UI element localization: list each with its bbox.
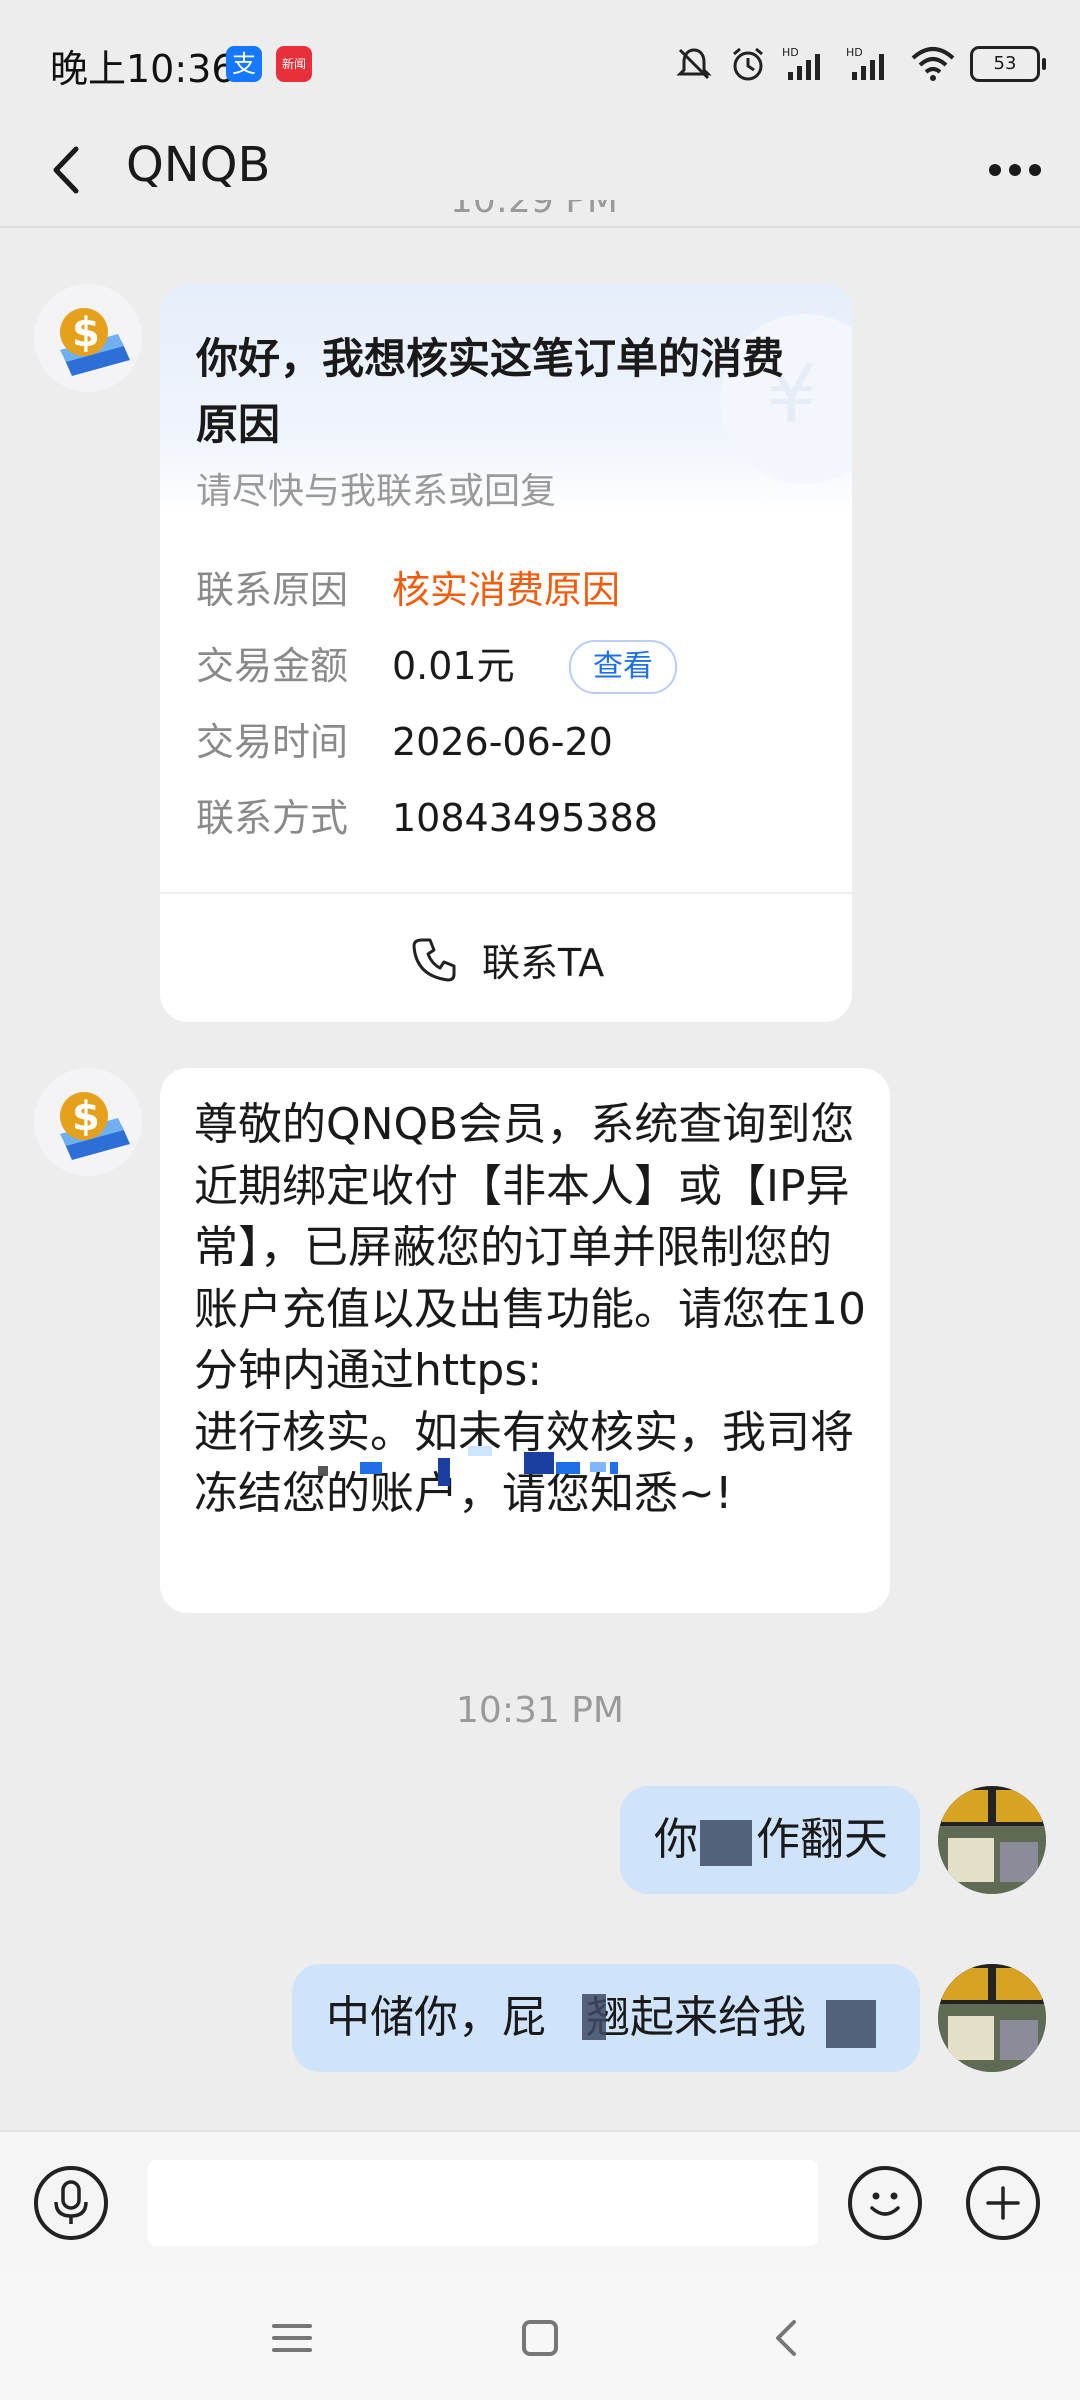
contact-button[interactable]: 联系TA xyxy=(160,894,852,1022)
alarm-icon xyxy=(733,47,763,81)
system-navigation-bar xyxy=(0,2272,1080,2400)
chat-screen: 晚上10:36 支 新闻 HD HD 53 QNQB 10:29 PM $ ¥ … xyxy=(0,0,1080,2400)
svg-text:HD: HD xyxy=(782,46,799,59)
redaction-mosaic xyxy=(700,1820,752,1866)
clipped-timestamp: 10:29 PM xyxy=(450,200,630,232)
view-button[interactable]: 查看 xyxy=(569,640,677,694)
smiley-icon xyxy=(870,2192,900,2216)
message-text-part: 翘起来给我 xyxy=(586,1992,806,2043)
redaction-mosaic xyxy=(582,1994,606,2040)
clipped-timestamp-text: 10:29 PM xyxy=(450,200,618,221)
composer-bar xyxy=(0,2130,1080,2272)
home-icon[interactable] xyxy=(510,2308,570,2368)
voice-input-button[interactable] xyxy=(34,2166,108,2240)
outgoing-message-bubble[interactable]: 你 作翻天 xyxy=(620,1786,920,1894)
user-avatar[interactable] xyxy=(938,1964,1046,2072)
wifi-icon xyxy=(911,47,955,81)
info-value: 10843495388 xyxy=(392,796,658,840)
redacted-link-mosaic xyxy=(318,1438,618,1494)
system-back-icon[interactable] xyxy=(758,2308,818,2368)
back-arrow-icon[interactable] xyxy=(38,135,98,205)
menu-icon[interactable] xyxy=(262,2308,322,2368)
message-text-part: 作翻天 xyxy=(756,1814,888,1865)
hd-signal-icon: HD xyxy=(782,46,820,80)
svg-text:HD: HD xyxy=(846,46,863,59)
info-value: 2026-06-20 xyxy=(392,720,613,764)
sender-avatar[interactable]: $ xyxy=(34,1068,142,1176)
chat-title: QNQB xyxy=(126,137,271,193)
outgoing-message-bubble[interactable]: 中储你，屁 翘起来给我 xyxy=(292,1964,920,2072)
contact-button-label: 联系TA xyxy=(482,941,605,985)
alipay-notification-icon: 支 xyxy=(226,46,262,82)
storefront-avatar-icon xyxy=(938,1786,1046,1894)
info-label: 交易金额 xyxy=(196,644,349,688)
status-bar: 晚上10:36 支 新闻 HD HD 53 xyxy=(0,0,1080,125)
info-value: 核实消费原因 xyxy=(392,568,621,612)
emoji-button[interactable] xyxy=(848,2166,922,2240)
status-time: 晚上10:36 xyxy=(50,47,236,91)
microphone-icon xyxy=(54,2180,88,2224)
status-icons: HD HD 53 xyxy=(674,40,1046,88)
mute-icon xyxy=(676,48,712,80)
card-title: 你好，我想核实这笔订单的消费原因 xyxy=(196,334,785,449)
message-text-part: 中储你，屁 xyxy=(326,1992,546,2043)
more-options-icon[interactable] xyxy=(980,135,1050,205)
info-label: 交易时间 xyxy=(196,720,349,764)
info-label: 联系原因 xyxy=(196,568,349,612)
news-notification-icon: 新闻 xyxy=(276,46,312,82)
info-row-amount: 交易金额 0.01元 查看 xyxy=(196,638,816,694)
incoming-message-bubble[interactable]: 尊敬的QNQB会员，系统查询到您近期绑定收付【非本人】或【IP异常】，已屏蔽您的… xyxy=(160,1068,890,1613)
phone-icon xyxy=(412,938,456,982)
timestamp: 10:31 PM xyxy=(456,1690,624,1731)
info-value: 0.01元 xyxy=(392,644,515,688)
battery-icon: 53 xyxy=(970,46,1046,82)
hd-signal-icon: HD xyxy=(846,46,884,80)
svg-text:$: $ xyxy=(72,310,100,356)
svg-text:$: $ xyxy=(72,1094,100,1140)
redaction-mosaic xyxy=(826,2000,876,2048)
user-avatar[interactable] xyxy=(938,1786,1046,1894)
message-text-part: 尊敬的QNQB会员，系统查询到您近期绑定收付【非本人】或【IP异常】，已屏蔽您的… xyxy=(194,1099,866,1396)
money-logo-icon: $ xyxy=(60,308,130,376)
sender-avatar[interactable]: $ xyxy=(34,284,142,392)
add-attachment-button[interactable] xyxy=(966,2166,1040,2240)
message-input[interactable] xyxy=(148,2160,818,2246)
plus-icon xyxy=(986,2186,1020,2220)
info-label: 联系方式 xyxy=(196,796,349,840)
money-logo-icon: $ xyxy=(60,1092,130,1160)
message-text-part: 你 xyxy=(654,1814,698,1865)
verification-card[interactable]: ¥ 你好，我想核实这笔订单的消费原因 请尽快与我联系或回复 联系原因 核实消费原… xyxy=(160,284,852,1022)
card-subtitle: 请尽快与我联系或回复 xyxy=(196,471,557,512)
storefront-avatar-icon xyxy=(938,1964,1046,2072)
